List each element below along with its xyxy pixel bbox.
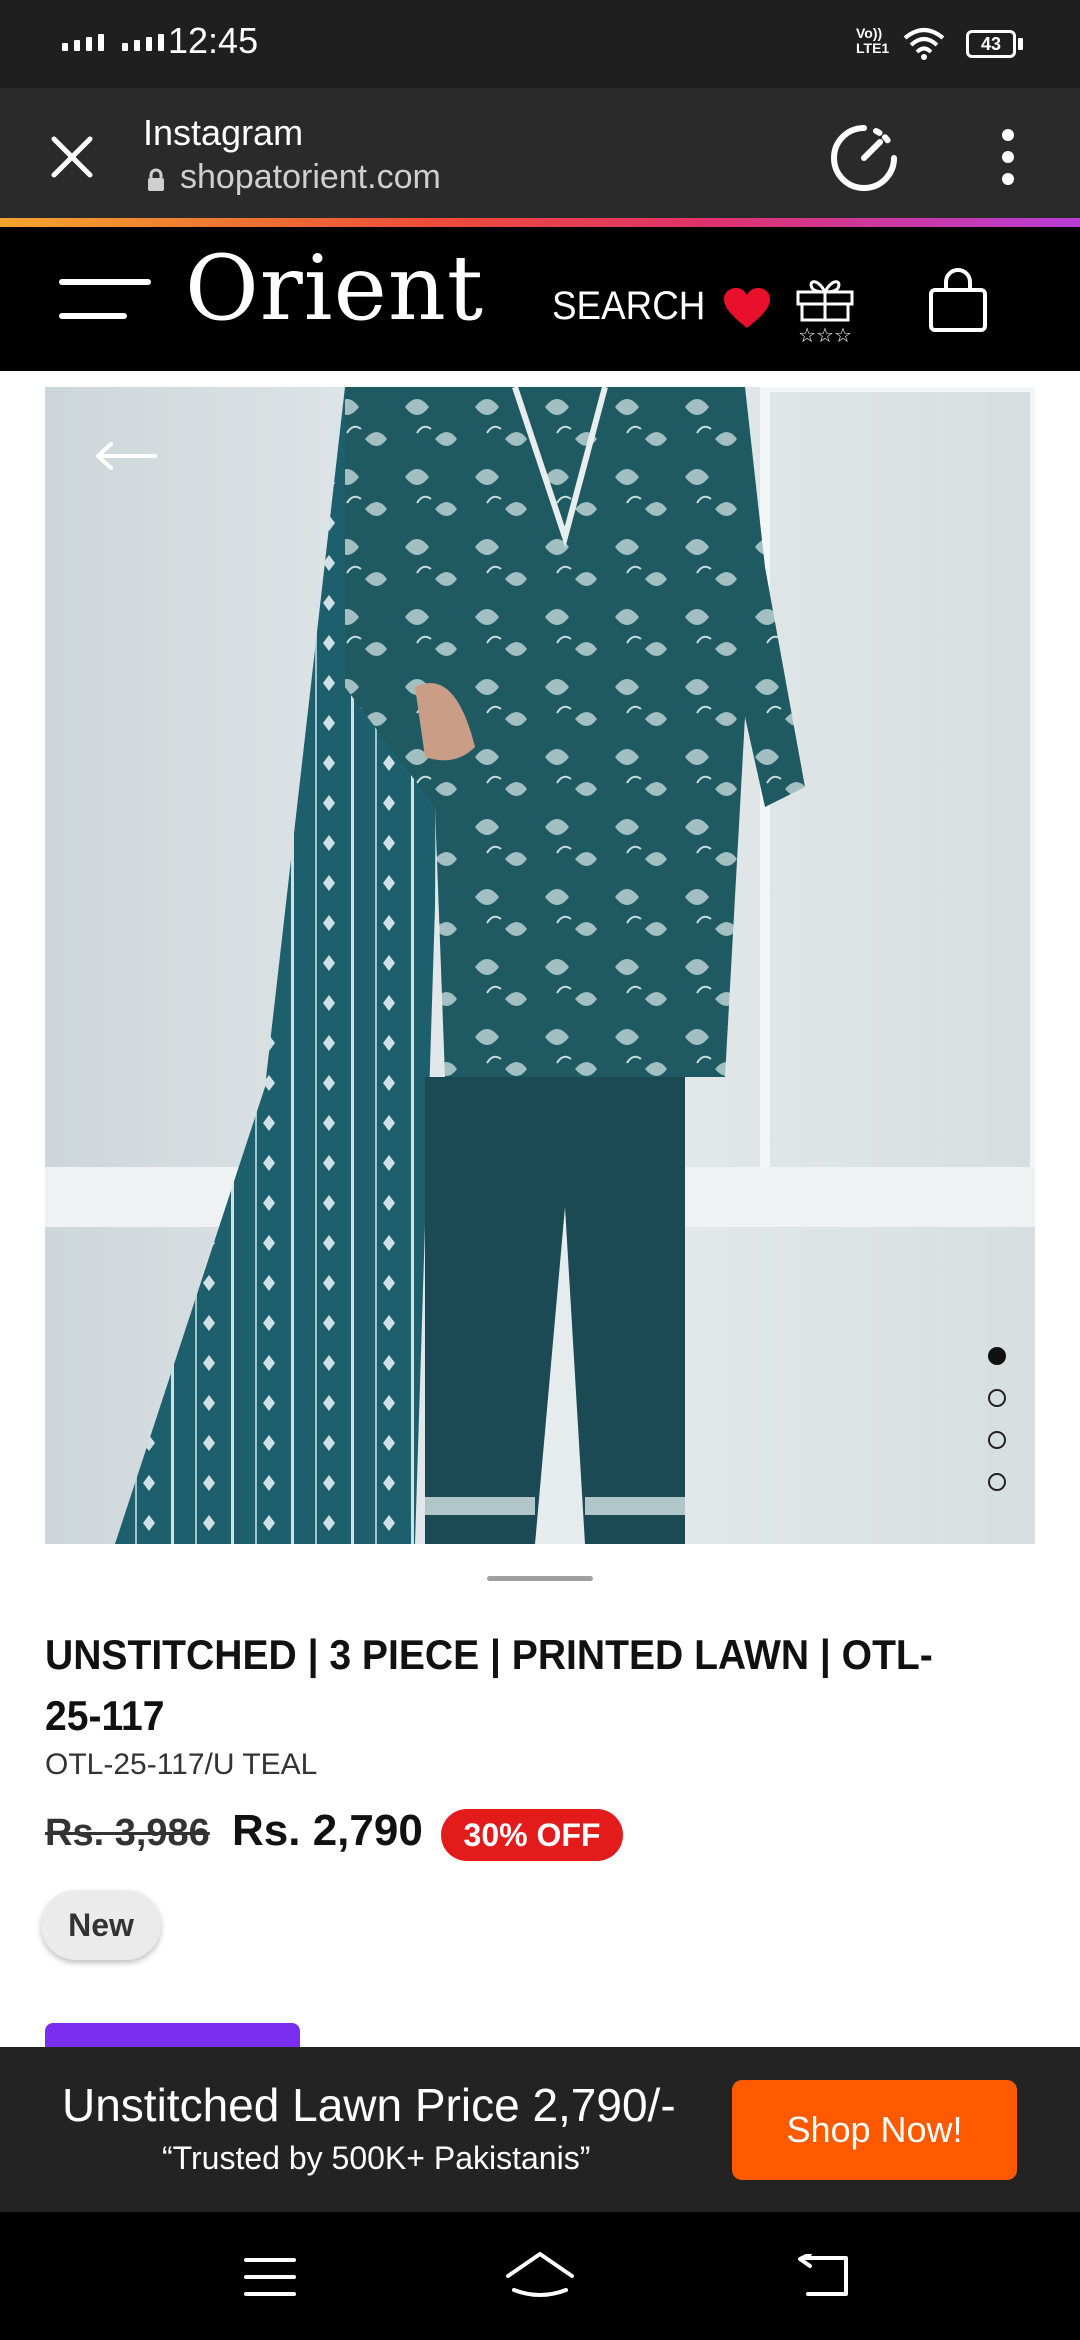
- back-icon[interactable]: [796, 2254, 852, 2298]
- shopping-bag-icon[interactable]: [926, 268, 990, 334]
- signal-icon: [62, 34, 104, 51]
- product-sku: OTL-25-117/U TEAL: [45, 1748, 318, 1781]
- carousel-dot-active[interactable]: [988, 1347, 1006, 1365]
- promo-subtitle: “Trusted by 500K+ Pakistanis”: [162, 2140, 591, 2176]
- battery-level: 43: [980, 33, 1002, 54]
- wifi-icon: [903, 28, 945, 60]
- status-time: 12:45: [168, 20, 259, 61]
- shop-now-button[interactable]: Shop Now!: [732, 2080, 1017, 2180]
- search-button[interactable]: SEARCH: [552, 284, 705, 329]
- product-title: UNSTITCHED | 3 PIECE | PRINTED LAWN | OT…: [45, 1631, 933, 1739]
- svg-text:☆☆☆: ☆☆☆: [798, 323, 852, 344]
- sale-price: Rs. 2,790: [232, 1806, 423, 1855]
- battery-tip: [1018, 38, 1023, 50]
- speedometer-icon[interactable]: [828, 122, 900, 194]
- orient-logo[interactable]: Orient: [185, 236, 484, 341]
- product-image[interactable]: [45, 387, 1035, 1544]
- carousel-dot[interactable]: [988, 1473, 1006, 1491]
- battery-icon: 43: [966, 30, 1016, 58]
- browser-url[interactable]: shopatorient.com: [180, 158, 441, 197]
- status-bar: 12:45 Vo)) LTE1 43: [0, 0, 1080, 88]
- promo-title: Unstitched Lawn Price 2,790/-: [62, 2079, 676, 2131]
- gift-icon[interactable]: ☆☆☆: [790, 272, 860, 344]
- lock-icon: [148, 168, 164, 191]
- home-icon[interactable]: [504, 2250, 576, 2300]
- discount-badge: 30% OFF: [441, 1809, 623, 1861]
- carousel-dot[interactable]: [988, 1389, 1006, 1407]
- browser-source-title: Instagram: [143, 112, 304, 153]
- sheet-handle: [487, 1576, 593, 1581]
- new-tag: New: [41, 1890, 161, 1960]
- menu-icon[interactable]: [58, 278, 152, 320]
- signal-icon: [122, 34, 164, 51]
- carousel-dot[interactable]: [988, 1431, 1006, 1449]
- volte-icon: Vo)) LTE1: [856, 25, 890, 56]
- site-header: [0, 227, 1080, 371]
- partially-visible-button[interactable]: [45, 2023, 300, 2047]
- close-icon[interactable]: [50, 135, 94, 179]
- original-price: Rs. 3,986: [45, 1812, 210, 1854]
- page-load-progress: [0, 218, 1080, 227]
- more-vertical-icon[interactable]: [996, 128, 1020, 186]
- product-photo: [45, 387, 1035, 1544]
- heart-icon[interactable]: [722, 286, 772, 330]
- back-arrow-icon[interactable]: [95, 442, 157, 470]
- menu-lines-icon[interactable]: [244, 2257, 296, 2297]
